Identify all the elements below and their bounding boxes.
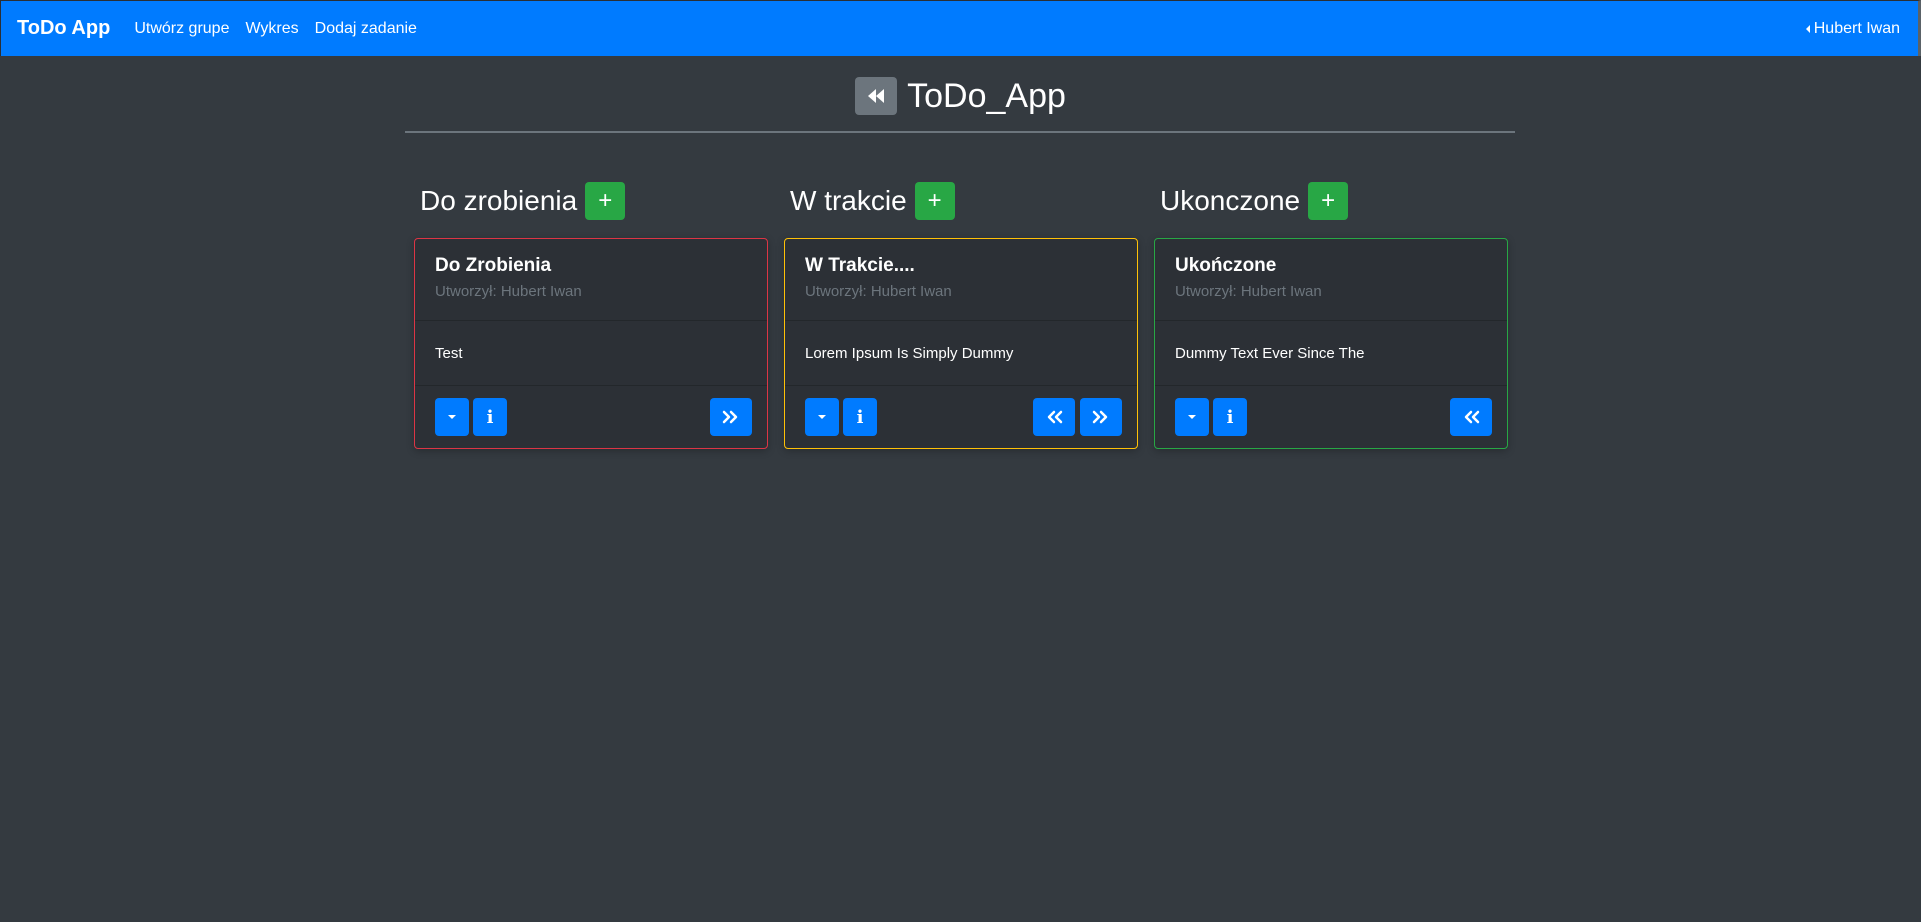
user-menu[interactable]: Hubert Iwan (1805, 19, 1900, 38)
card-body: Lorem Ipsum Is Simply Dummy (785, 321, 1137, 386)
column-done: Ukonczone + Ukończone Utworzył: Hubert I… (1154, 182, 1508, 449)
column-title: Do zrobienia (420, 185, 578, 216)
card-header: W Trakcie.... Utworzył: Hubert Iwan (785, 239, 1137, 321)
column-todo: Do zrobienia + Do Zrobienia Utworzył: Hu… (414, 182, 768, 449)
dropdown-button[interactable] (1175, 398, 1209, 436)
page-header: ToDo_App (0, 56, 1921, 136)
card-title: W Trakcie.... (805, 255, 915, 276)
card-title: Do Zrobienia (435, 255, 552, 276)
task-card: Do Zrobienia Utworzył: Hubert Iwan Test … (414, 238, 768, 449)
add-task-button[interactable]: + (585, 182, 626, 220)
card-footer: i (785, 386, 1137, 448)
angle-double-right-icon (1092, 410, 1108, 424)
card-text: Test (435, 344, 463, 362)
card-header: Do Zrobienia Utworzył: Hubert Iwan (415, 239, 767, 321)
card-footer: i (415, 386, 767, 448)
rewind-icon (868, 89, 885, 103)
info-icon: i (486, 406, 494, 428)
angle-double-left-icon (1047, 410, 1063, 424)
info-icon: i (1226, 406, 1234, 428)
card-author: Utworzył: Hubert Iwan (1175, 283, 1322, 300)
info-button[interactable]: i (473, 398, 507, 436)
back-button[interactable] (855, 77, 898, 115)
column-title: W trakcie (790, 185, 907, 216)
caret-down-icon (448, 415, 456, 419)
card-text: Dummy Text Ever Since The (1175, 344, 1365, 362)
info-button[interactable]: i (843, 398, 877, 436)
nav-link-add-task[interactable]: Dodaj zadanie (315, 20, 417, 38)
move-back-button[interactable] (1450, 398, 1492, 436)
dropdown-button[interactable] (435, 398, 469, 436)
column-header: Ukonczone + (1160, 182, 1508, 220)
top-navbar: ToDo App Utwórz grupe Wykres Dodaj zadan… (0, 0, 1921, 56)
info-icon: i (856, 406, 864, 428)
page-title: ToDo_App (907, 76, 1066, 115)
card-author: Utworzył: Hubert Iwan (805, 283, 952, 300)
dropdown-button[interactable] (805, 398, 839, 436)
column-header: W trakcie + (790, 182, 1138, 220)
header-divider (405, 131, 1515, 133)
column-title: Ukonczone (1160, 185, 1301, 216)
card-body: Dummy Text Ever Since The (1155, 321, 1507, 386)
card-header: Ukończone Utworzył: Hubert Iwan (1155, 239, 1507, 321)
angle-double-left-icon (1464, 410, 1480, 424)
task-card: Ukończone Utworzył: Hubert Iwan Dummy Te… (1154, 238, 1508, 449)
card-text: Lorem Ipsum Is Simply Dummy (805, 344, 1014, 362)
move-forward-button[interactable] (1080, 398, 1122, 436)
angle-double-right-icon (722, 410, 738, 424)
card-body: Test (415, 321, 767, 386)
column-in-progress: W trakcie + W Trakcie.... Utworzył: Hube… (784, 182, 1138, 449)
caret-down-icon (1188, 415, 1196, 419)
add-task-button[interactable]: + (1308, 182, 1349, 220)
card-author: Utworzył: Hubert Iwan (435, 283, 582, 300)
caret-down-icon (818, 415, 826, 419)
task-card: W Trakcie.... Utworzył: Hubert Iwan Lore… (784, 238, 1138, 449)
brand-link[interactable]: ToDo App (17, 17, 110, 40)
card-footer: i (1155, 386, 1507, 448)
card-title: Ukończone (1175, 255, 1277, 276)
column-header: Do zrobienia + (420, 182, 768, 220)
info-button[interactable]: i (1213, 398, 1247, 436)
move-forward-button[interactable] (710, 398, 752, 436)
user-name: Hubert Iwan (1813, 19, 1900, 37)
nav-link-create-group[interactable]: Utwórz grupe (134, 20, 229, 38)
nav-link-chart[interactable]: Wykres (245, 20, 298, 38)
move-back-button[interactable] (1033, 398, 1075, 436)
add-task-button[interactable]: + (914, 182, 955, 220)
caret-left-icon (1805, 24, 1810, 33)
